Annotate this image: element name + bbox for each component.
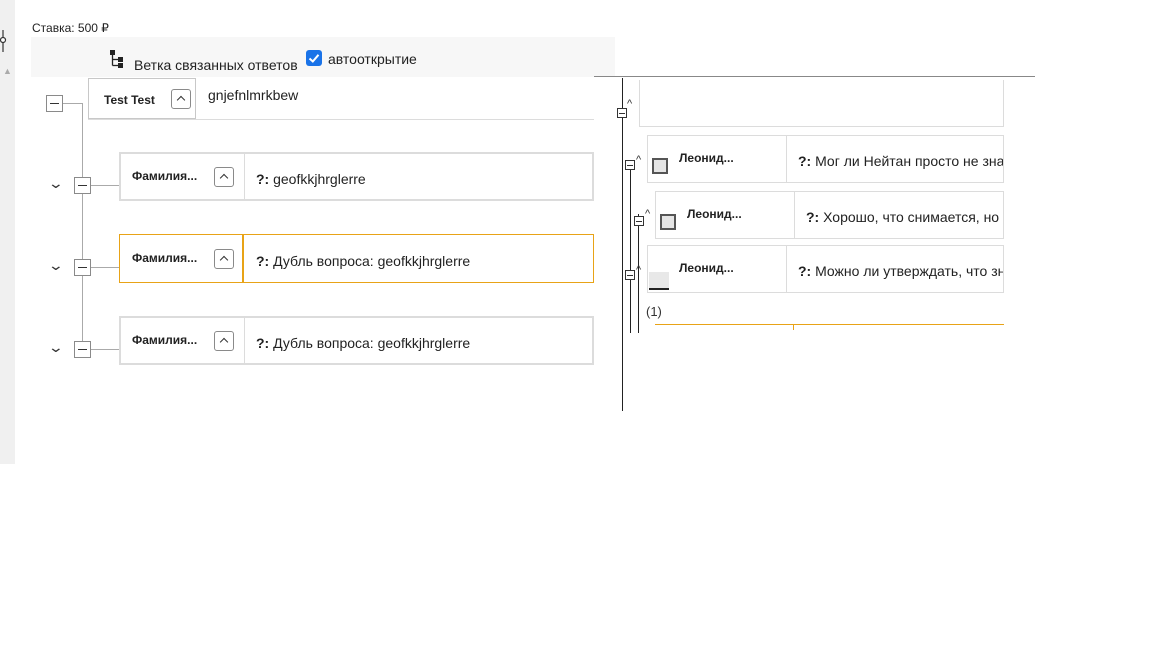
tree-line [90,185,119,186]
card-question: ?: Можно ли утверждать, что зн [798,263,1004,279]
slider-icon[interactable] [0,30,8,52]
checkmark-icon [308,54,320,63]
answer-card[interactable]: Леонид... ?: Мог ли Нейтан просто не зна [647,135,1004,183]
root-text: gnjefnlmrkbew [208,87,299,103]
caret-up-icon[interactable]: ^ [645,208,650,220]
caret-up-icon[interactable]: ^ [627,98,632,110]
avatar [649,272,669,290]
divider [88,119,594,120]
card-question: ?: Мог ли Нейтан просто не зна [798,153,1004,169]
card-question: ?: geofkkjhrglerre [256,171,366,187]
card-question: ?: Дубль вопроса: geofkkjhrglerre [256,335,471,351]
caret-up-icon[interactable]: ^ [636,154,641,166]
card-author-name: Леонид... [687,207,742,221]
panel-top-border [594,76,1035,77]
caret-up-icon[interactable]: ^ [636,264,641,276]
collapse-toggle[interactable] [625,160,635,170]
card-author-box: Фамилия... [120,235,244,282]
collapse-toggle[interactable] [74,177,91,194]
chevron-down-icon[interactable]: ⌄ [48,175,64,192]
expand-up-button[interactable] [214,167,234,187]
collapse-toggle[interactable] [617,108,627,118]
tree-line [90,349,119,350]
card-author-box: Фамилия... [121,154,245,199]
root-author-box: Test Test [88,78,196,119]
reply-count: (1) [646,304,662,319]
chevron-down-icon[interactable]: ⌄ [48,339,64,356]
answer-card-highlighted[interactable]: Фамилия... ?: Дубль вопроса: geofkkjhrgl… [119,234,594,283]
collapse-toggle[interactable] [634,216,644,226]
card-author-box: Леонид... [656,192,795,238]
card-question: ?: Дубль вопроса: geofkkjhrglerre [256,253,471,269]
card-author-box: Леонид... [648,246,787,292]
expand-up-button[interactable] [171,89,191,109]
root-author-name: Test Test [104,93,155,107]
card-author-box: Леонид... [648,136,787,182]
stake-label: Ставка: 500 ₽ [32,21,109,35]
scroll-up-icon[interactable]: ▲ [3,66,12,76]
blurred-card [639,80,1004,127]
answer-card[interactable]: Леонид... ?: Можно ли утверждать, что зн [647,245,1004,293]
branch-tree-icon[interactable] [109,49,125,69]
collapse-toggle[interactable] [625,270,635,280]
card-author-name: Фамилия... [132,333,198,347]
tree-line [62,103,82,104]
collapse-toggle-root[interactable] [46,95,63,112]
card-author-name: Леонид... [679,151,734,165]
tree-line [90,267,119,268]
autoopen-label: автооткрытие [328,51,417,67]
chevron-down-icon[interactable]: ⌄ [48,257,64,274]
expand-up-button[interactable] [214,331,234,351]
collapse-toggle[interactable] [74,341,91,358]
card-author-name: Фамилия... [132,251,198,265]
highlighted-card-edge [655,324,1004,325]
expand-up-button[interactable] [214,249,234,269]
card-author-box: Фамилия... [121,318,245,363]
card-author-name: Фамилия... [132,169,198,183]
collapse-toggle[interactable] [74,259,91,276]
tree-line [82,103,83,349]
answer-card[interactable]: Фамилия... ?: geofkkjhrglerre [119,152,594,201]
branch-label: Ветка связанных ответов [134,57,298,73]
highlighted-card-edge [793,324,794,330]
answer-card[interactable]: Леонид... ?: Хорошо, что снимается, но [655,191,1004,239]
card-author-name: Леонид... [679,261,734,275]
avatar [660,214,676,230]
tree-line [622,78,623,411]
answer-card[interactable]: Фамилия... ?: Дубль вопроса: geofkkjhrgl… [119,316,594,365]
autoopen-checkbox[interactable] [306,50,322,66]
avatar [652,158,668,174]
card-question: ?: Хорошо, что снимается, но [806,209,1000,225]
tree-line [630,160,631,333]
